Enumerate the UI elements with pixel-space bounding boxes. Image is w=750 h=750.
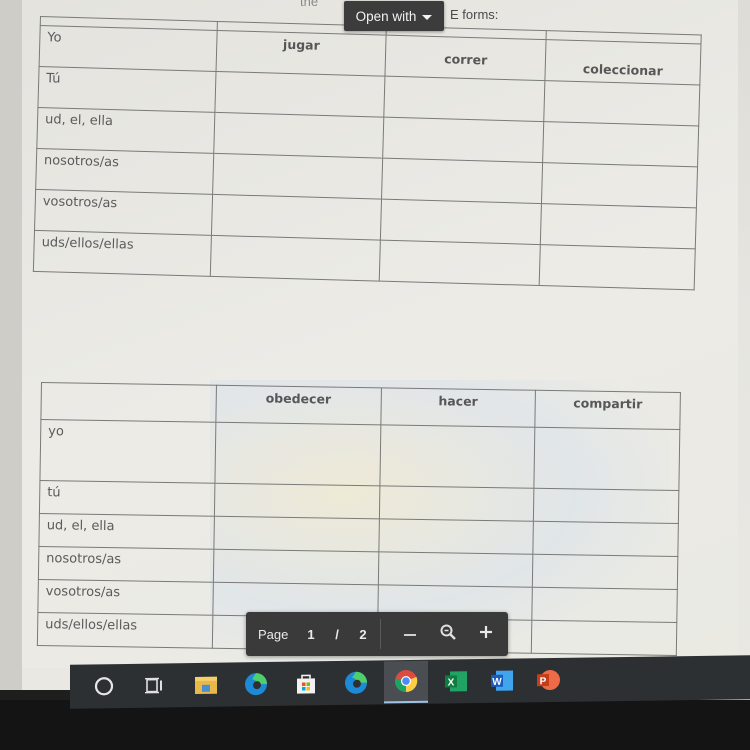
answer-cell — [379, 240, 541, 286]
instruction-right: E forms: — [450, 7, 499, 22]
answer-cell — [378, 518, 534, 555]
answer-cell — [531, 587, 678, 623]
caret-down-icon — [422, 15, 433, 20]
column-header-compartir: compartir — [535, 390, 681, 430]
answer-cell — [384, 76, 546, 122]
answer-cell — [214, 483, 380, 519]
answer-cell — [379, 424, 536, 489]
answer-cell — [378, 485, 535, 522]
instruction-left: the — [300, 0, 319, 9]
plus-icon — [480, 625, 492, 638]
viewer-gutter — [0, 0, 22, 690]
row-label: uds/ellos/ellas — [37, 612, 213, 649]
page-separator: / — [335, 626, 339, 642]
answer-cell — [214, 422, 381, 486]
answer-cell — [539, 244, 696, 290]
answer-cell — [532, 554, 678, 590]
answer-cell — [542, 121, 699, 167]
svg-text:X: X — [448, 677, 455, 688]
answer-cell — [383, 117, 544, 163]
open-with-button[interactable]: Open with — [344, 1, 444, 31]
row-label: nosotros/as — [38, 546, 214, 583]
taskbar-task-view-button[interactable] — [140, 671, 168, 699]
taskbar-word[interactable]: W — [488, 667, 516, 695]
row-label: uds/ellos/ellas — [33, 230, 212, 277]
page-label: Page — [258, 626, 289, 642]
current-page[interactable]: 1 — [298, 627, 324, 642]
row-label: Tú — [37, 66, 216, 113]
answer-cell — [211, 194, 382, 241]
column-header-correr: correr — [385, 35, 547, 81]
answer-cell — [541, 162, 698, 208]
taskbar-search-button[interactable] — [90, 672, 118, 700]
taskbar-microsoft-store[interactable] — [292, 669, 320, 697]
task-view-icon — [145, 677, 162, 694]
row-label: tú — [39, 480, 215, 517]
powerpoint-icon: P — [537, 670, 560, 691]
circle-icon — [94, 677, 114, 696]
minus-icon — [404, 633, 416, 636]
conjugation-table-1: Yo jugar correr coleccionar Tú ud, el, e… — [33, 16, 702, 290]
zoom-in-button[interactable] — [467, 624, 505, 645]
answer-cell — [380, 199, 542, 245]
answer-cell — [377, 551, 534, 588]
open-with-label: Open with — [355, 8, 417, 24]
toolbar-divider — [380, 619, 381, 649]
svg-text:P: P — [540, 676, 547, 687]
column-header-obedecer: obedecer — [215, 385, 381, 425]
taskbar-file-explorer[interactable] — [192, 671, 220, 699]
magnifier-icon — [440, 624, 456, 640]
answer-cell — [381, 158, 543, 204]
edge-icon — [345, 671, 367, 694]
column-header-coleccionar: coleccionar — [545, 39, 701, 85]
answer-cell — [543, 80, 700, 126]
word-icon: W — [491, 670, 513, 691]
zoom-out-button[interactable] — [391, 624, 429, 645]
answer-cell — [534, 427, 680, 491]
store-icon — [297, 674, 315, 694]
column-header-hacer: hacer — [380, 387, 536, 428]
row-label: yo — [39, 419, 216, 484]
taskbar-excel[interactable]: X — [442, 667, 470, 695]
row-label: ud, el, ella — [36, 107, 215, 154]
column-header-jugar: jugar — [215, 30, 387, 77]
answer-cell — [214, 71, 386, 118]
taskbar-edge-2[interactable] — [342, 669, 370, 697]
screen: the E forms: Yo jugar correr coleccionar… — [0, 0, 750, 690]
row-label: vosotros/as — [34, 189, 213, 236]
corner-cell — [40, 382, 217, 423]
excel-icon: X — [445, 671, 467, 692]
total-pages: 2 — [359, 626, 367, 642]
taskbar-powerpoint[interactable]: P — [534, 666, 562, 694]
svg-text:W: W — [492, 677, 502, 688]
page-toolbar: Page 1 / 2 — [246, 612, 508, 656]
edge-icon — [245, 673, 267, 696]
row-label: nosotros/as — [35, 148, 214, 195]
row-label: ud, el, ella — [38, 513, 215, 550]
answer-cell — [533, 488, 679, 524]
folder-icon — [195, 676, 217, 695]
answer-cell — [210, 235, 381, 282]
answer-cell — [540, 203, 697, 249]
taskbar-edge[interactable] — [242, 670, 270, 698]
table-row: yo — [39, 419, 680, 491]
answer-cell — [212, 153, 384, 200]
answer-cell — [533, 521, 679, 557]
answer-cell — [213, 549, 379, 585]
chrome-icon — [395, 670, 418, 693]
row-label: vosotros/as — [37, 579, 214, 616]
row-label: Yo — [39, 25, 217, 72]
zoom-button[interactable] — [429, 623, 467, 646]
screen-bezel — [0, 690, 80, 700]
answer-cell — [531, 620, 677, 656]
answer-cell — [213, 516, 379, 552]
answer-cell — [213, 112, 385, 159]
taskbar-chrome[interactable] — [384, 660, 428, 704]
